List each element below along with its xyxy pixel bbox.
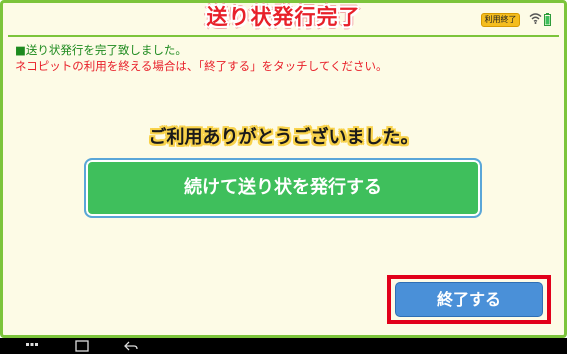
completion-message: ■送り状発行を完了致しました。 [15,43,187,57]
finish-button[interactable]: 終了する [395,282,543,317]
usage-end-badge: 利用終了 [481,13,520,27]
status-icons [529,12,553,28]
header-divider [8,35,559,37]
menu-icon[interactable] [26,342,38,350]
thank-you-heading: ご利用ありがとうございました。 [148,127,419,148]
back-icon[interactable] [123,340,139,352]
continue-issuing-button[interactable]: 続けて送り状を発行する [84,158,482,218]
battery-icon [544,13,551,26]
home-icon[interactable] [75,340,89,352]
android-nav-bar [0,338,567,354]
finish-instruction: ネコピットの利用を終える場合は、「終了する」をタッチしてください。 [15,59,388,73]
header: 送り状発行完了 利用終了 [0,0,567,36]
wifi-icon [529,13,542,24]
